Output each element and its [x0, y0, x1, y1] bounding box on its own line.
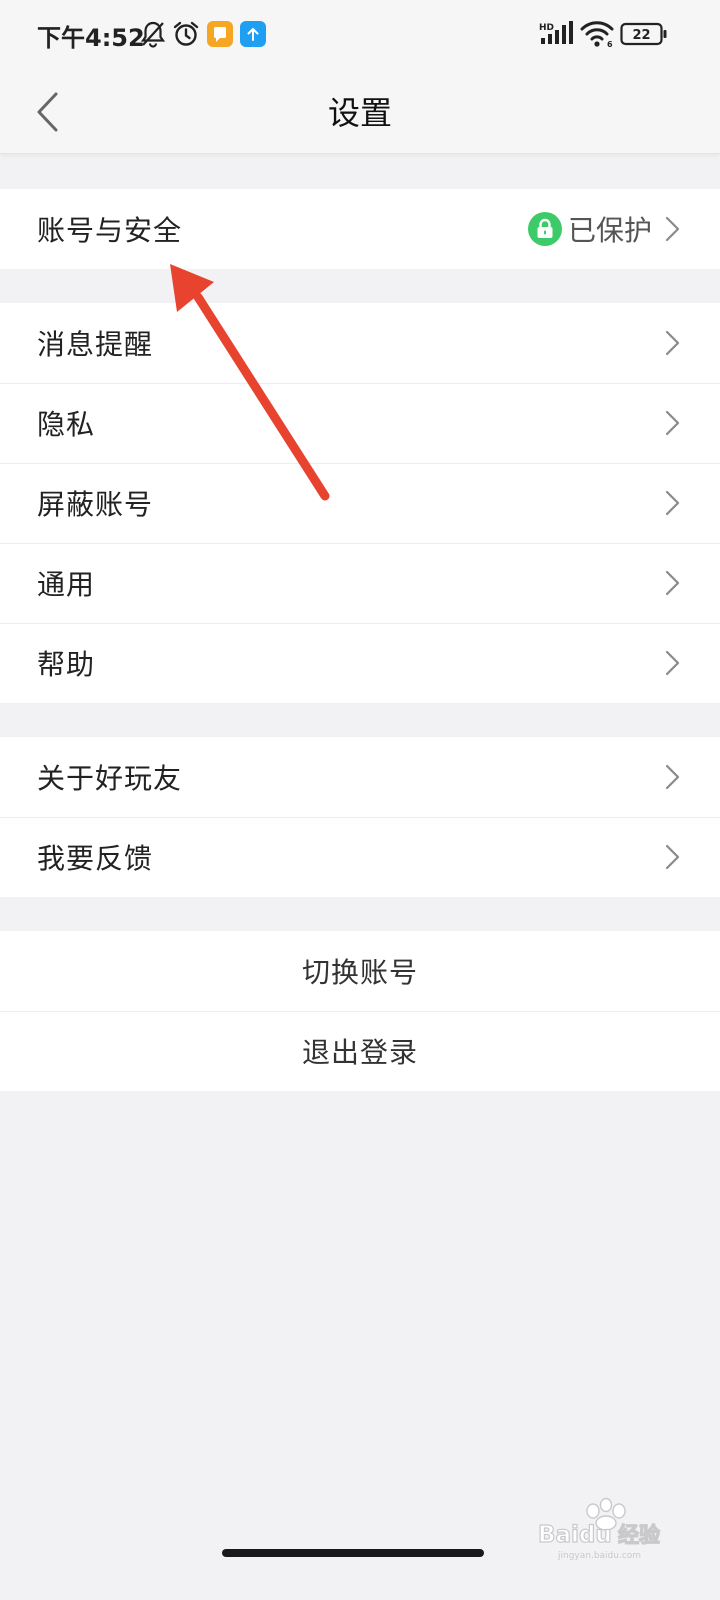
battery-level: 22 — [632, 28, 650, 43]
chevron-right-icon — [665, 330, 680, 356]
settings-item-label: 隐私 — [37, 408, 96, 441]
bell-off-icon — [140, 21, 166, 48]
chevron-right-icon — [665, 490, 680, 516]
switch-account-label: 切换账号 — [301, 956, 418, 989]
settings-item-label: 帮助 — [37, 648, 96, 681]
battery-icon: 22 — [620, 22, 667, 46]
network-label: HD — [539, 23, 554, 33]
protection-status: 已保护 — [527, 189, 652, 269]
action-group: 切换账号 退出登录 — [0, 931, 720, 1091]
settings-item-privacy[interactable]: 隐私 — [0, 383, 720, 463]
status-bar: 下午4:52 HD 6 22 — [0, 0, 720, 70]
alarm-clock-icon — [173, 21, 199, 46]
settings-item-label: 屏蔽账号 — [37, 488, 154, 521]
about-app-row[interactable]: 关于好玩友 — [0, 737, 720, 817]
watermark-tag: 经验 — [618, 1523, 660, 1547]
protection-status-text: 已保护 — [567, 214, 652, 247]
about-group: 关于好玩友 我要反馈 — [0, 737, 720, 897]
chevron-right-icon — [665, 216, 680, 242]
nav-header: 设置 — [0, 70, 720, 154]
status-time: 下午4:52 — [37, 24, 145, 52]
svg-text:6: 6 — [607, 40, 613, 48]
chevron-right-icon — [665, 650, 680, 676]
baidu-watermark: Baidu 经验 jingyan.baidu.com — [537, 1497, 661, 1561]
account-security-label: 账号与安全 — [37, 214, 183, 247]
orange-app-icon — [207, 21, 233, 47]
account-group: 账号与安全 已保护 — [0, 189, 720, 269]
blue-upload-app-icon — [240, 21, 266, 47]
watermark-domain: jingyan.baidu.com — [557, 1551, 641, 1561]
watermark-brand: Baidu — [538, 1522, 612, 1548]
switch-account-button[interactable]: 切换账号 — [0, 931, 720, 1011]
settings-item-help[interactable]: 帮助 — [0, 623, 720, 703]
settings-item-label: 通用 — [37, 568, 96, 601]
about-app-label: 关于好玩友 — [37, 762, 183, 795]
settings-item-notifications[interactable]: 消息提醒 — [0, 303, 720, 383]
logout-label: 退出登录 — [301, 1036, 418, 1069]
chevron-right-icon — [665, 764, 680, 790]
wifi-icon: 6 — [580, 21, 614, 48]
account-security-row[interactable]: 账号与安全 已保护 — [0, 189, 720, 269]
logout-button[interactable]: 退出登录 — [0, 1011, 720, 1091]
signal-icon: HD — [539, 21, 573, 44]
feedback-row[interactable]: 我要反馈 — [0, 817, 720, 897]
page-title: 设置 — [327, 94, 392, 132]
home-indicator[interactable] — [222, 1549, 484, 1557]
lock-icon — [527, 212, 562, 246]
feedback-label: 我要反馈 — [37, 842, 154, 875]
chevron-right-icon — [665, 844, 680, 870]
chevron-right-icon — [665, 570, 680, 596]
settings-item-blocked-accounts[interactable]: 屏蔽账号 — [0, 463, 720, 543]
settings-item-general[interactable]: 通用 — [0, 543, 720, 623]
settings-group: 消息提醒 隐私 屏蔽账号 通用 帮助 — [0, 303, 720, 703]
settings-item-label: 消息提醒 — [37, 328, 154, 361]
chevron-right-icon — [665, 410, 680, 436]
